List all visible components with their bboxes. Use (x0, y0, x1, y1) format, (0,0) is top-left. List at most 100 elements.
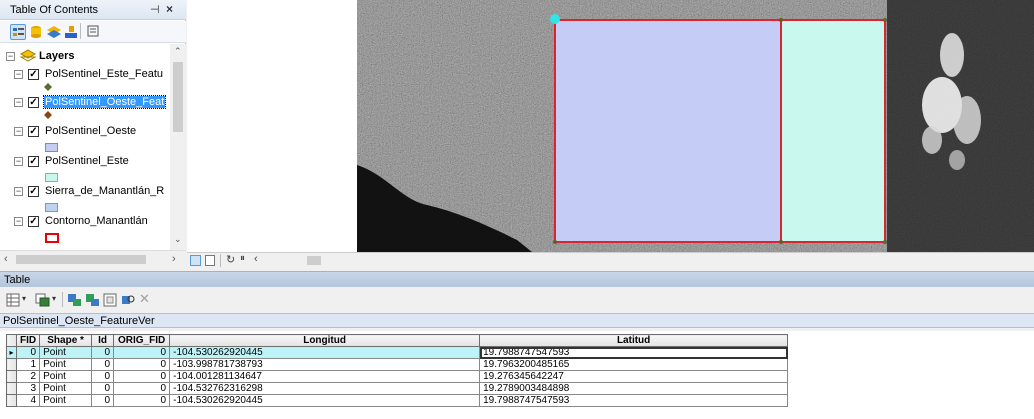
table-row[interactable]: 4 Point 0 0 -104.530262920445 19.7988747… (6, 394, 789, 407)
cell-id[interactable]: 0 (91, 370, 115, 383)
scroll-down-icon[interactable]: ⌄ (174, 234, 182, 245)
cell-shape[interactable]: Point (39, 358, 93, 371)
selected-vertex-point[interactable] (550, 14, 560, 24)
selection-icon (65, 26, 77, 38)
column-header-fid[interactable]: FID (15, 334, 41, 347)
polsentinel-este-polygon[interactable] (780, 19, 886, 243)
cell-fid[interactable]: 0 (15, 346, 41, 359)
clear-selection-icon[interactable] (103, 293, 118, 307)
row-selector[interactable] (6, 358, 17, 371)
toc-horizontal-scrollbar[interactable]: ‹ › (0, 250, 186, 268)
refresh-icon[interactable]: ↻ (226, 253, 235, 266)
scroll-up-icon[interactable]: ⌃ (174, 46, 182, 57)
polsentinel-oeste-polygon[interactable] (554, 19, 782, 243)
dropdown-arrow-icon[interactable]: ▾ (22, 294, 26, 303)
toolbar-separator (62, 292, 63, 307)
cell-latitud[interactable]: 19.2789003484898 (479, 382, 789, 395)
cell-shape[interactable]: Point (39, 370, 93, 383)
cell-latitud[interactable]: 19.7988747547593 (479, 394, 789, 407)
cell-orig-fid[interactable]: 0 (113, 382, 171, 395)
cell-id[interactable]: 0 (91, 358, 115, 371)
layer-visibility-checkbox[interactable]: ✓ (28, 186, 39, 197)
column-header-latitud[interactable]: Latitud (479, 334, 789, 347)
zoom-to-selected-icon[interactable] (121, 293, 136, 307)
cell-orig-fid[interactable]: 0 (113, 394, 171, 407)
cell-longitud[interactable]: -103.998781738793 (169, 358, 481, 371)
cell-latitud[interactable]: 19.7963200485165 (479, 358, 789, 371)
cell-id[interactable]: 0 (91, 394, 115, 407)
layout-view-button[interactable] (205, 255, 215, 266)
list-by-selection-button[interactable] (64, 24, 80, 40)
table-sheet-tab[interactable]: PolSentinel_Oeste_FeatureVer (0, 313, 1034, 328)
table-row[interactable]: 1 Point 0 0 -103.998781738793 19.7963200… (6, 358, 789, 371)
column-header-longitud[interactable]: Longitud (169, 334, 481, 347)
collapse-icon[interactable]: − (14, 187, 23, 196)
column-header-orig-fid[interactable]: ORIG_FID (113, 334, 171, 347)
cell-id[interactable]: 0 (91, 382, 115, 395)
cell-shape[interactable]: Point (39, 346, 93, 359)
list-by-drawing-order-button[interactable] (10, 24, 26, 40)
cell-longitud[interactable]: -104.001281134647 (169, 370, 481, 383)
list-by-visibility-button[interactable] (46, 24, 62, 40)
cell-orig-fid[interactable]: 0 (113, 346, 171, 359)
select-by-attributes-icon[interactable] (67, 293, 82, 307)
scroll-thumb[interactable] (173, 62, 183, 132)
cell-shape[interactable]: Point (39, 382, 93, 395)
cell-fid[interactable]: 2 (15, 370, 41, 383)
pause-icon[interactable]: ⏸ (240, 253, 245, 264)
row-selector-current[interactable]: ▸ (6, 346, 17, 359)
cell-orig-fid[interactable]: 0 (113, 370, 171, 383)
collapse-icon[interactable]: − (14, 127, 23, 136)
cell-fid[interactable]: 4 (15, 394, 41, 407)
collapse-icon[interactable]: − (6, 52, 15, 61)
map-view[interactable] (187, 0, 1034, 252)
map-scroll-thumb[interactable] (307, 256, 321, 265)
cell-fid[interactable]: 1 (15, 358, 41, 371)
outline-symbol-swatch (45, 233, 59, 243)
layer-visibility-checkbox[interactable]: ✓ (28, 126, 39, 137)
layer-visibility-checkbox[interactable]: ✓ (28, 156, 39, 167)
column-header-shape[interactable]: Shape * (39, 334, 93, 347)
collapse-icon[interactable]: − (14, 98, 23, 107)
table-row[interactable]: 2 Point 0 0 -104.001281134647 19.2763456… (6, 370, 789, 383)
list-by-source-button[interactable] (29, 24, 45, 40)
toc-vertical-scrollbar[interactable]: ⌃ ⌄ (170, 44, 186, 250)
cell-latitud[interactable]: 19.276345642247 (479, 370, 789, 383)
row-selector[interactable] (6, 394, 17, 407)
scroll-thumb[interactable] (16, 255, 146, 264)
row-selector[interactable] (6, 370, 17, 383)
cell-longitud[interactable]: -104.530262920445 (169, 346, 481, 359)
table-options-icon[interactable] (6, 293, 20, 307)
cell-id[interactable]: 0 (91, 346, 115, 359)
delete-selected-icon[interactable]: ✕ (139, 291, 150, 307)
related-tables-icon[interactable] (35, 293, 50, 307)
attribute-table: FID Shape * Id ORIG_FID Longitud Latitud… (0, 331, 1034, 419)
layer-visibility-checkbox[interactable]: ✓ (28, 97, 39, 108)
layer-visibility-checkbox[interactable]: ✓ (28, 69, 39, 80)
cell-orig-fid[interactable]: 0 (113, 358, 171, 371)
dropdown-arrow-icon[interactable]: ▾ (52, 294, 56, 303)
column-header-id[interactable]: Id (91, 334, 115, 347)
layer-label: PolSentinel_Este (45, 155, 129, 167)
cell-longitud[interactable]: -104.530262920445 (169, 394, 481, 407)
scroll-left-icon[interactable]: ‹ (254, 253, 258, 265)
cell-latitud-active[interactable]: 19.7988747547593 (479, 346, 789, 359)
table-row[interactable]: 3 Point 0 0 -104.532762316298 19.2789003… (6, 382, 789, 395)
switch-selection-icon[interactable] (85, 293, 100, 307)
cell-shape[interactable]: Point (39, 394, 93, 407)
collapse-icon[interactable]: − (14, 217, 23, 226)
table-row[interactable]: ▸ 0 Point 0 0 -104.530262920445 19.79887… (6, 346, 789, 359)
row-header-corner[interactable] (6, 334, 17, 347)
pin-icon[interactable]: ⊣ (150, 3, 160, 16)
cell-longitud[interactable]: -104.532762316298 (169, 382, 481, 395)
layer-visibility-checkbox[interactable]: ✓ (28, 216, 39, 227)
options-button[interactable] (86, 24, 102, 40)
collapse-icon[interactable]: − (14, 157, 23, 166)
cell-fid[interactable]: 3 (15, 382, 41, 395)
scroll-left-icon[interactable]: ‹ (4, 253, 8, 265)
scroll-right-icon[interactable]: › (172, 253, 176, 265)
row-selector[interactable] (6, 382, 17, 395)
data-view-button[interactable] (190, 255, 201, 266)
collapse-icon[interactable]: − (14, 70, 23, 79)
close-icon[interactable]: × (166, 2, 173, 16)
